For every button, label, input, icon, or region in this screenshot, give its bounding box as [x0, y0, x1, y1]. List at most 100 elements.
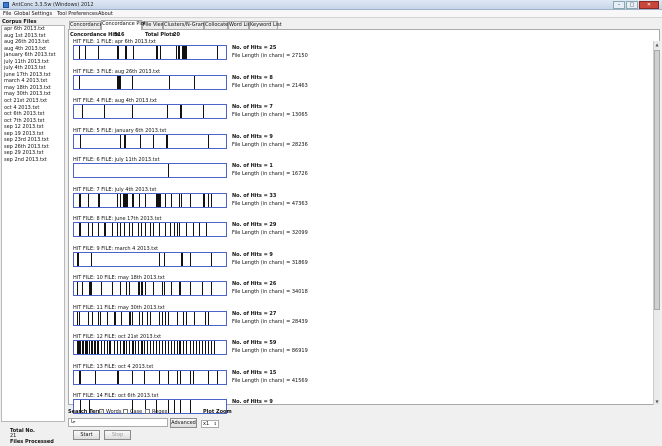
- hit-mark[interactable]: [81, 282, 83, 295]
- hit-mark[interactable]: [145, 193, 147, 207]
- hit-mark[interactable]: [189, 341, 191, 354]
- plot-bar[interactable]: [73, 74, 227, 90]
- spinner-arrows-icon[interactable]: ⇕: [214, 421, 217, 427]
- hit-mark[interactable]: [112, 223, 113, 236]
- hit-mark[interactable]: [99, 193, 101, 207]
- hit-mark[interactable]: [131, 311, 133, 325]
- hit-mark[interactable]: [150, 223, 151, 236]
- hit-mark[interactable]: [85, 46, 87, 59]
- hit-mark[interactable]: [87, 223, 89, 236]
- plot-zoom-spinner[interactable]: x1 ⇕: [201, 420, 219, 428]
- hit-mark[interactable]: [98, 46, 100, 59]
- hit-mark[interactable]: [165, 311, 167, 325]
- tab-concordance-plot[interactable]: Concordance Plot: [101, 20, 146, 30]
- hit-mark[interactable]: [90, 252, 92, 266]
- hit-mark[interactable]: [160, 193, 162, 207]
- hit-mark[interactable]: [78, 46, 80, 59]
- plot-bar[interactable]: [73, 251, 227, 267]
- maximize-button[interactable]: □: [626, 1, 638, 9]
- hit-mark[interactable]: [198, 341, 200, 354]
- hit-mark[interactable]: [112, 282, 113, 295]
- plot-bar[interactable]: [73, 104, 227, 119]
- hit-mark[interactable]: [156, 341, 158, 354]
- hit-mark[interactable]: [201, 341, 203, 354]
- hit-mark[interactable]: [95, 370, 97, 384]
- hit-mark[interactable]: [92, 223, 94, 236]
- hit-mark[interactable]: [183, 341, 185, 354]
- advanced-button[interactable]: Advanced: [170, 418, 197, 428]
- hit-mark[interactable]: [192, 223, 194, 236]
- hit-mark[interactable]: [168, 341, 170, 354]
- hit-mark[interactable]: [150, 311, 151, 325]
- hit-mark[interactable]: [159, 370, 161, 384]
- hit-mark[interactable]: [168, 164, 170, 177]
- tab-concordance[interactable]: Concordance: [69, 21, 103, 29]
- hit-mark[interactable]: [181, 105, 183, 118]
- hit-mark[interactable]: [163, 282, 165, 295]
- start-button[interactable]: Start: [73, 430, 100, 440]
- hit-mark[interactable]: [116, 193, 118, 207]
- hit-mark[interactable]: [206, 223, 208, 236]
- hit-mark[interactable]: [110, 341, 112, 354]
- hit-mark[interactable]: [143, 341, 145, 354]
- hit-mark[interactable]: [98, 341, 100, 354]
- hit-mark[interactable]: [128, 223, 130, 236]
- hit-mark[interactable]: [177, 370, 179, 384]
- hit-mark[interactable]: [165, 341, 167, 354]
- hit-mark[interactable]: [180, 370, 182, 384]
- stop-button[interactable]: Stop: [104, 430, 131, 440]
- hit-mark[interactable]: [180, 282, 182, 295]
- hit-mark[interactable]: [165, 223, 167, 236]
- hit-mark[interactable]: [162, 341, 164, 354]
- hit-mark[interactable]: [203, 105, 205, 118]
- hit-mark[interactable]: [104, 341, 106, 354]
- tab-clusters-ngrams[interactable]: Clusters/N-Grams: [163, 21, 208, 29]
- hit-mark[interactable]: [178, 223, 180, 236]
- hit-mark[interactable]: [178, 193, 180, 207]
- hit-mark[interactable]: [99, 311, 101, 325]
- hit-mark[interactable]: [153, 341, 155, 354]
- hit-mark[interactable]: [87, 311, 89, 325]
- hit-mark[interactable]: [159, 252, 161, 266]
- hit-mark[interactable]: [118, 370, 120, 384]
- hit-mark[interactable]: [119, 75, 121, 89]
- hit-mark[interactable]: [181, 193, 183, 207]
- hit-mark[interactable]: [201, 282, 203, 295]
- hit-mark[interactable]: [210, 341, 212, 354]
- hit-mark[interactable]: [159, 341, 161, 354]
- hit-mark[interactable]: [204, 311, 206, 325]
- plot-bar[interactable]: [73, 45, 227, 60]
- hit-mark[interactable]: [207, 134, 209, 148]
- hit-mark[interactable]: [137, 341, 139, 354]
- hit-mark[interactable]: [79, 75, 81, 89]
- search-input[interactable]: جا: [68, 418, 168, 427]
- hit-mark[interactable]: [81, 105, 83, 118]
- hit-mark[interactable]: [194, 75, 196, 89]
- hit-mark[interactable]: [150, 341, 151, 354]
- hit-mark[interactable]: [131, 370, 133, 384]
- hit-mark[interactable]: [210, 282, 212, 295]
- menu-tool-preferences[interactable]: Tool Preferences: [57, 11, 98, 17]
- hit-mark[interactable]: [107, 311, 109, 325]
- hit-mark[interactable]: [195, 341, 197, 354]
- hit-mark[interactable]: [90, 282, 92, 295]
- hit-mark[interactable]: [140, 134, 142, 148]
- hit-mark[interactable]: [153, 282, 155, 295]
- hit-mark[interactable]: [104, 105, 106, 118]
- hit-mark[interactable]: [153, 223, 155, 236]
- close-button[interactable]: ✕: [639, 1, 659, 9]
- hit-mark[interactable]: [118, 46, 120, 59]
- hit-mark[interactable]: [207, 311, 209, 325]
- hit-mark[interactable]: [131, 105, 133, 118]
- plot-scrollbar[interactable]: ▲ ▼: [653, 41, 660, 405]
- menu-about[interactable]: About: [98, 11, 113, 17]
- hit-mark[interactable]: [78, 311, 80, 325]
- hit-mark[interactable]: [80, 370, 82, 384]
- hit-mark[interactable]: [145, 223, 147, 236]
- hit-mark[interactable]: [156, 46, 158, 59]
- hit-mark[interactable]: [98, 223, 100, 236]
- hit-mark[interactable]: [121, 311, 123, 325]
- scroll-thumb[interactable]: [654, 50, 660, 310]
- hit-mark[interactable]: [174, 341, 176, 354]
- hit-mark[interactable]: [213, 341, 215, 354]
